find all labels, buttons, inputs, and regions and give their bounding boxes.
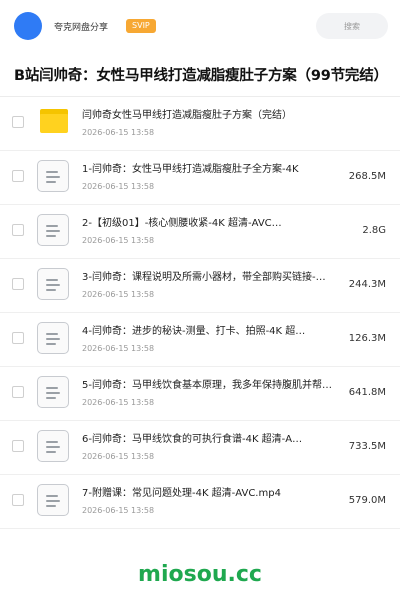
list-item[interactable]: 6-闫帅奇：马甲线饮食的可执行食谱-4K 超清-A… 2026-06-15 13… bbox=[0, 421, 400, 475]
file-name[interactable]: 3-闫帅奇：课程说明及所需小器材，带全部购买链接-… bbox=[82, 271, 352, 285]
list-item[interactable]: 7-附赠课：常见问题处理-4K 超清-AVC.mp4 2026-06-15 13… bbox=[0, 475, 400, 529]
file-list: 闫帅奇女性马甲线打造减脂瘦肚子方案（完结） 2026-06-15 13:58 1… bbox=[0, 97, 400, 529]
file-date: 2026-06-15 13:58 bbox=[82, 344, 155, 353]
watermark-brand: miosou.cc bbox=[138, 562, 262, 587]
file-size: 2.8G bbox=[362, 225, 386, 236]
file-size: 244.3M bbox=[348, 279, 386, 290]
document-icon bbox=[37, 160, 69, 192]
file-date: 2026-06-15 13:58 bbox=[82, 182, 155, 191]
search-input[interactable]: 搜索 bbox=[316, 13, 388, 39]
file-date: 2026-06-15 13:58 bbox=[82, 398, 155, 407]
list-item[interactable]: 3-闫帅奇：课程说明及所需小器材，带全部购买链接-… 2026-06-15 13… bbox=[0, 259, 400, 313]
document-icon bbox=[37, 430, 69, 462]
row-checkbox[interactable] bbox=[12, 224, 24, 236]
document-icon bbox=[37, 268, 69, 300]
list-item[interactable]: 4-闫帅奇：进步的秘诀-测量、打卡、拍照-4K 超… 2026-06-15 13… bbox=[0, 313, 400, 367]
file-date: 2026-06-15 13:58 bbox=[82, 290, 155, 299]
file-size: 733.5M bbox=[348, 441, 386, 452]
file-date: 2026-06-15 13:58 bbox=[82, 236, 155, 245]
share-title: B站闫帅奇：女性马甲线打造减脂瘦肚子方案（99节完结） bbox=[14, 68, 388, 84]
file-name[interactable]: 7-附赠课：常见问题处理-4K 超清-AVC.mp4 bbox=[82, 487, 352, 501]
document-icon bbox=[37, 484, 69, 516]
avatar[interactable] bbox=[14, 12, 42, 40]
row-checkbox[interactable] bbox=[12, 386, 24, 398]
list-item[interactable]: 闫帅奇女性马甲线打造减脂瘦肚子方案（完结） 2026-06-15 13:58 bbox=[0, 97, 400, 151]
list-item[interactable]: 2-【初级01】-核心侧腰收紧-4K 超清-AVC… 2026-06-15 13… bbox=[0, 205, 400, 259]
file-name[interactable]: 5-闫帅奇：马甲线饮食基本原理，我多年保持腹肌并帮… bbox=[82, 379, 352, 393]
row-checkbox[interactable] bbox=[12, 278, 24, 290]
list-item[interactable]: 1-闫帅奇：女性马甲线打造减脂瘦肚子全方案-4K 2026-06-15 13:5… bbox=[0, 151, 400, 205]
top-bar: 夸克网盘分享 SVIP 搜索 bbox=[0, 0, 400, 52]
file-size: 641.8M bbox=[348, 387, 386, 398]
file-date: 2026-06-15 13:58 bbox=[82, 452, 155, 461]
document-icon bbox=[37, 376, 69, 408]
row-checkbox[interactable] bbox=[12, 494, 24, 506]
document-icon bbox=[37, 322, 69, 354]
list-item[interactable]: 5-闫帅奇：马甲线饮食基本原理，我多年保持腹肌并帮… 2026-06-15 13… bbox=[0, 367, 400, 421]
file-name[interactable]: 闫帅奇女性马甲线打造减脂瘦肚子方案（完结） bbox=[82, 109, 352, 123]
folder-icon bbox=[40, 109, 68, 133]
row-checkbox[interactable] bbox=[12, 332, 24, 344]
row-checkbox[interactable] bbox=[12, 170, 24, 182]
row-checkbox[interactable] bbox=[12, 440, 24, 452]
file-date: 2026-06-15 13:58 bbox=[82, 128, 155, 137]
file-size: 579.0M bbox=[348, 495, 386, 506]
file-size: 126.3M bbox=[348, 333, 386, 344]
row-checkbox[interactable] bbox=[12, 116, 24, 128]
file-name[interactable]: 4-闫帅奇：进步的秘诀-测量、打卡、拍照-4K 超… bbox=[82, 325, 352, 339]
file-size: 268.5M bbox=[348, 171, 386, 182]
app-name: 夸克网盘分享 bbox=[54, 22, 109, 33]
svip-badge: SVIP bbox=[126, 19, 156, 33]
file-date: 2026-06-15 13:58 bbox=[82, 506, 155, 515]
document-icon bbox=[37, 214, 69, 246]
file-name[interactable]: 2-【初级01】-核心侧腰收紧-4K 超清-AVC… bbox=[82, 217, 352, 231]
file-name[interactable]: 1-闫帅奇：女性马甲线打造减脂瘦肚子全方案-4K bbox=[82, 163, 352, 177]
file-name[interactable]: 6-闫帅奇：马甲线饮食的可执行食谱-4K 超清-A… bbox=[82, 433, 352, 447]
